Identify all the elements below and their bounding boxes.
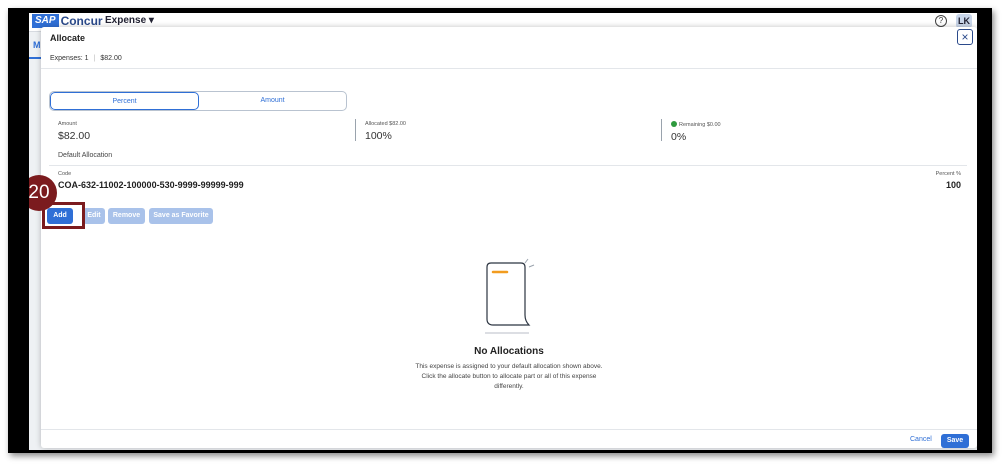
allocated-stat: Allocated $82.00 100% [365, 121, 406, 142]
percent-value: 100 [945, 180, 961, 190]
chevron-down-icon: ▾ [148, 15, 154, 26]
percent-toggle-button[interactable]: Percent [50, 92, 199, 110]
empty-document-icon [485, 258, 535, 334]
background-tab-label: M [33, 40, 41, 50]
stat-divider [355, 119, 356, 141]
modal-title: Allocate [50, 33, 86, 43]
expense-count: Expenses: 1 [50, 55, 89, 62]
amount-label: Amount [58, 121, 77, 127]
default-allocation-heading: Default Allocation [58, 152, 113, 159]
expense-summary: Expenses: 1 | $82.00 [50, 55, 122, 62]
allocated-value: 100% [365, 130, 392, 142]
expense-menu-label: Expense [105, 15, 147, 26]
save-as-favorite-button[interactable]: Save as Favorite [149, 208, 213, 224]
user-avatar[interactable]: LK [956, 14, 972, 28]
amount-value: $82.00 [58, 130, 91, 142]
concur-logo[interactable]: SAP Concur [32, 14, 103, 28]
amount-toggle-button[interactable]: Amount [199, 92, 346, 110]
expense-menu[interactable]: Expense ▾ [105, 15, 154, 26]
allocation-mode-toggle: Percent Amount [49, 91, 347, 111]
remove-button[interactable]: Remove [108, 208, 145, 224]
close-icon: × [961, 30, 969, 44]
empty-state-title: No Allocations [474, 346, 544, 357]
background-tab-underline [29, 57, 41, 59]
check-circle-icon [671, 121, 677, 127]
stat-divider [661, 119, 662, 141]
remaining-stat: Remaining $0.00 0% [671, 121, 721, 143]
allocate-modal: Allocate × Expenses: 1 | $82.00 Percent Am… [29, 27, 977, 448]
empty-state-text: differently. [494, 383, 524, 390]
concur-logo-text: Concur [60, 14, 103, 28]
percent-label: Percent % [935, 171, 961, 177]
remaining-label: Remaining $0.00 [679, 122, 721, 128]
app-window: SAP Concur Expense ▾ ? LK M Allocate × E… [29, 13, 977, 450]
help-icon[interactable]: ? [935, 15, 947, 27]
summary-separator: | [93, 55, 96, 62]
section-divider [49, 165, 967, 166]
code-value: COA-632-11002-100000-530-9999-99999-999 [58, 180, 244, 190]
empty-state-text: Click the allocate button to allocate pa… [421, 373, 597, 380]
cancel-button[interactable]: Cancel [910, 436, 932, 443]
remaining-value: 0% [671, 131, 687, 143]
sap-logo-text: SAP [32, 14, 59, 28]
expense-total: $82.00 [100, 55, 122, 62]
remaining-label-wrap: Remaining $0.00 [671, 121, 721, 128]
amount-stat: Amount $82.00 [58, 121, 90, 142]
allocated-label: Allocated $82.00 [365, 121, 406, 127]
code-label: Code [58, 171, 72, 177]
footer-divider [41, 429, 977, 430]
close-button[interactable]: × [957, 29, 973, 45]
save-button[interactable]: Save [941, 434, 969, 448]
edit-button[interactable]: Edit [83, 208, 105, 224]
empty-state-text: This expense is assigned to your default… [415, 363, 603, 370]
